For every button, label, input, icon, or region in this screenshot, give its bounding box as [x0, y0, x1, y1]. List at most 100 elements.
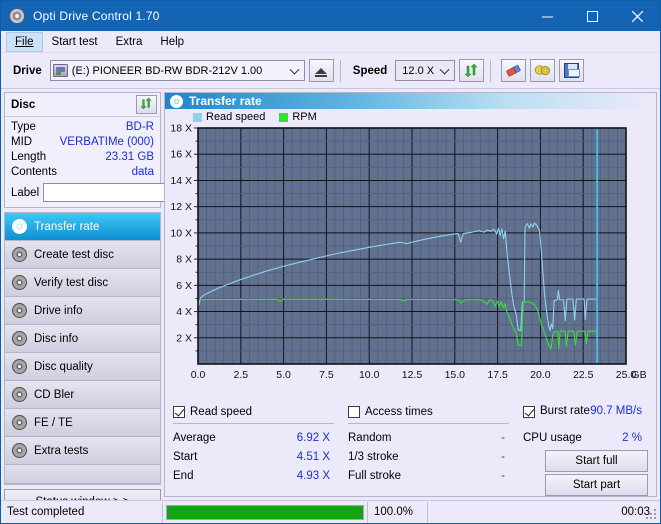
- read-speed-checkbox[interactable]: [173, 406, 185, 418]
- floppy-save-icon: [564, 63, 579, 78]
- drive-select[interactable]: (E:) PIONEER BD-RW BDR-212V 1.00: [50, 60, 305, 81]
- cpu-usage-value: 2 %: [622, 429, 642, 448]
- burst-rate-label: Burst rate: [540, 403, 590, 420]
- svg-text:7.5: 7.5: [319, 369, 334, 381]
- burst-rate-check-row[interactable]: Burst rate: [523, 403, 590, 420]
- close-button[interactable]: [615, 1, 660, 31]
- app-disc-icon: [9, 8, 25, 24]
- stat-key-full-stroke: Full stroke: [348, 467, 401, 486]
- svg-text:8 X: 8 X: [176, 254, 192, 266]
- cpu-usage-key: CPU usage: [523, 429, 582, 448]
- progress-fill: [167, 506, 363, 519]
- eject-button[interactable]: [309, 59, 334, 82]
- legend-label-read-speed: Read speed: [206, 111, 265, 123]
- sidebar-item-label: Disc quality: [34, 361, 93, 373]
- sidebar-item-disc-info[interactable]: Disc info: [5, 325, 160, 353]
- svg-text:12.5: 12.5: [402, 369, 423, 381]
- disc-row-mid: MID VERBATIMe (000): [11, 135, 154, 150]
- right-panel: Transfer rate Read speed RPM 2 X4 X6 X8 …: [164, 92, 657, 497]
- status-bar: Test completed 100.0% 00:03: [1, 500, 660, 523]
- read-speed-column: Read speed Average 6.92 X Start 4.51 X E…: [173, 403, 348, 496]
- menu-bar: File Start test Extra Help: [1, 31, 660, 53]
- sidebar-item-fe-te[interactable]: FE / TE: [5, 409, 160, 437]
- chevron-down-icon: [440, 64, 450, 74]
- save-button[interactable]: [559, 59, 584, 82]
- stat-row-third-stroke: 1/3 stroke -: [348, 448, 523, 467]
- svg-text:16 X: 16 X: [170, 149, 192, 161]
- start-part-button[interactable]: Start part: [545, 474, 648, 496]
- svg-text:5.0: 5.0: [276, 369, 291, 381]
- menu-file-label: File: [15, 36, 34, 48]
- toolbar-divider-1: [340, 60, 341, 82]
- legend-label-rpm: RPM: [292, 111, 316, 123]
- disc-row-type-key: Type: [11, 120, 36, 135]
- erase-button[interactable]: [501, 59, 526, 82]
- svg-text:10 X: 10 X: [170, 227, 192, 239]
- disc-row-mid-value: VERBATIMe (000): [60, 135, 154, 150]
- speed-select-value: 12.0 X: [402, 65, 434, 77]
- eject-icon: [315, 68, 327, 74]
- access-times-divider: [348, 423, 509, 424]
- transfer-rate-chart: Read speed RPM 2 X4 X6 X8 X10 X12 X14 X1…: [165, 109, 656, 397]
- refresh-icon: [140, 97, 153, 113]
- chart-legend: Read speed RPM: [193, 111, 317, 123]
- start-full-button[interactable]: Start full: [545, 450, 648, 472]
- sidebar-item-verify-test-disc[interactable]: Verify test disc: [5, 269, 160, 297]
- stat-value-third-stroke: -: [501, 448, 505, 467]
- minimize-button[interactable]: [525, 1, 570, 31]
- read-speed-check-row[interactable]: Read speed: [173, 403, 348, 420]
- stat-key-end: End: [173, 467, 193, 486]
- speed-select[interactable]: 12.0 X: [395, 60, 455, 81]
- burst-rate-checkbox[interactable]: [523, 406, 535, 418]
- disc-icon: [12, 219, 27, 234]
- disc-refresh-button[interactable]: [136, 95, 157, 114]
- disc-row-type: Type BD-R: [11, 120, 154, 135]
- statistics-grid: Read speed Average 6.92 X Start 4.51 X E…: [173, 403, 648, 496]
- stat-row-full-stroke: Full stroke -: [348, 467, 523, 486]
- svg-text:0.0: 0.0: [191, 369, 206, 381]
- svg-text:4 X: 4 X: [176, 306, 192, 318]
- disc-icon: [12, 331, 27, 346]
- access-times-checkbox[interactable]: [348, 406, 360, 418]
- burst-rate-row: Burst rate 90.7 MB/s: [523, 403, 648, 420]
- menu-start-test[interactable]: Start test: [43, 32, 107, 52]
- sidebar-item-drive-info[interactable]: Drive info: [5, 297, 160, 325]
- sidebar-item-disc-quality[interactable]: Disc quality: [5, 353, 160, 381]
- resize-grip[interactable]: [646, 509, 658, 521]
- svg-text:10.0: 10.0: [359, 369, 380, 381]
- sidebar-item-create-test-disc[interactable]: Create test disc: [5, 241, 160, 269]
- refresh-button[interactable]: [459, 59, 484, 82]
- stat-key-average: Average: [173, 429, 216, 448]
- drive-icon: [53, 64, 68, 77]
- disc-icon: [12, 387, 27, 402]
- title-bar: Opti Drive Control 1.70: [1, 1, 660, 31]
- stat-row-end: End 4.93 X: [173, 467, 348, 486]
- stat-value-random: -: [501, 429, 505, 448]
- disc-row-type-value: BD-R: [126, 120, 154, 135]
- disc-row-mid-key: MID: [11, 135, 32, 150]
- sidebar-item-label: Transfer rate: [34, 221, 99, 233]
- burst-rate-value: 90.7 MB/s: [590, 403, 642, 420]
- read-speed-label: Read speed: [190, 406, 252, 418]
- sidebar-item-transfer-rate[interactable]: Transfer rate: [5, 213, 160, 241]
- cpu-usage-row: CPU usage 2 %: [523, 429, 648, 448]
- disc-row-length-key: Length: [11, 150, 46, 165]
- disc-info-header: Disc: [5, 93, 160, 117]
- menu-file[interactable]: File: [6, 32, 43, 52]
- sidebar-item-extra-tests[interactable]: Extra tests: [5, 437, 160, 465]
- stat-value-start: 4.51 X: [297, 448, 330, 467]
- menu-extra[interactable]: Extra: [107, 32, 152, 52]
- disc-row-length: Length 23.31 GB: [11, 150, 154, 165]
- nav-spacer: [5, 465, 160, 484]
- legend-swatch-rpm: [279, 113, 288, 122]
- access-times-check-row[interactable]: Access times: [348, 403, 523, 420]
- maximize-button[interactable]: [570, 1, 615, 31]
- menu-help[interactable]: Help: [151, 32, 193, 52]
- sidebar-item-cd-bler[interactable]: CD Bler: [5, 381, 160, 409]
- chevron-down-icon: [289, 64, 299, 74]
- disc-info-rows: Type BD-R MID VERBATIMe (000) Length 23.…: [5, 117, 160, 207]
- bitsetting-button[interactable]: [530, 59, 555, 82]
- stat-value-average: 6.92 X: [297, 429, 330, 448]
- sidebar-item-label: Extra tests: [34, 445, 88, 457]
- svg-text:12 X: 12 X: [170, 201, 192, 213]
